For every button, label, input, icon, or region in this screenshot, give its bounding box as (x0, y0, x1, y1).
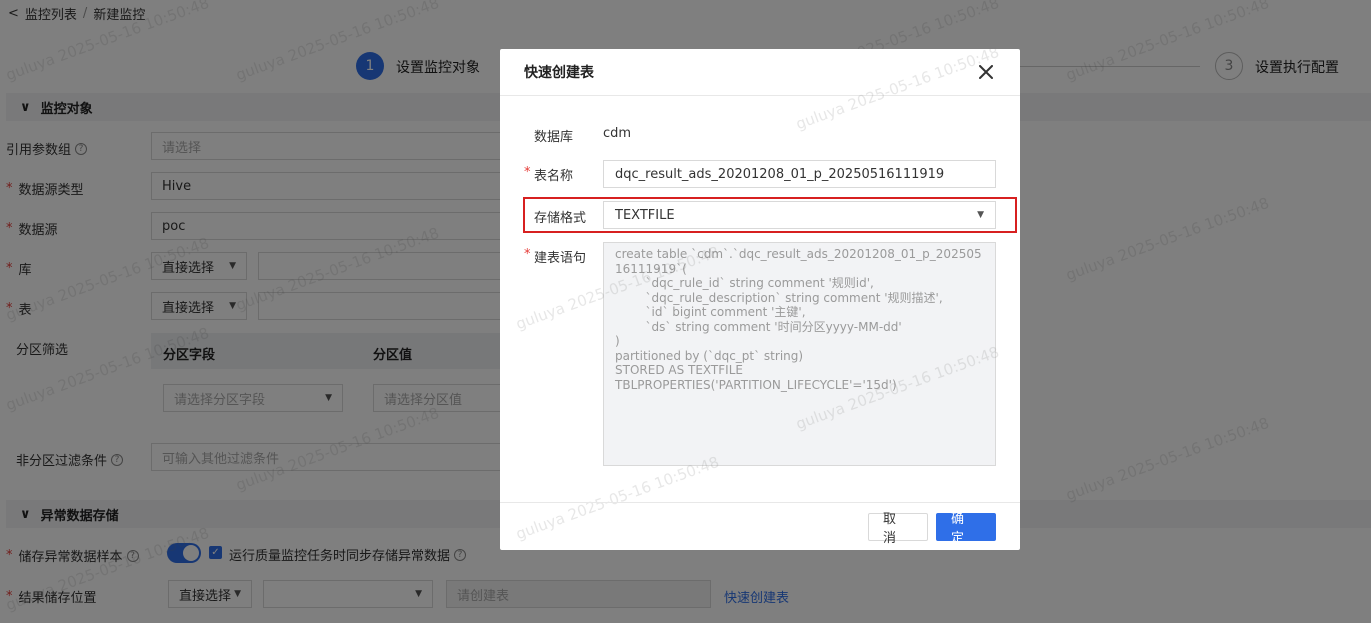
table-name-label: * 表名称 (524, 165, 574, 184)
cancel-button[interactable]: 取 消 (868, 512, 928, 546)
modal-header: 快速创建表 (500, 49, 1020, 96)
format-label: 存储格式 (534, 211, 587, 226)
format-select[interactable]: TEXTFILE ▼ (603, 201, 996, 229)
modal-title: 快速创建表 (524, 65, 594, 81)
ddl-textarea[interactable]: create table `cdm`.`dqc_result_ads_20201… (603, 242, 996, 466)
close-icon[interactable] (976, 62, 996, 82)
quick-create-table-modal: 快速创建表 数据库 cdm * 表名称 dqc_result_ads_202012… (500, 43, 1020, 550)
modal-footer: 取 消 确 定 (500, 502, 1020, 550)
ddl-label: * 建表语句 (524, 247, 587, 266)
db-label: 数据库 (534, 130, 574, 145)
table-name-input[interactable]: dqc_result_ads_20201208_01_p_20250516111… (603, 160, 996, 188)
caret-down-icon: ▼ (977, 210, 984, 220)
db-value: cdm (603, 126, 632, 141)
confirm-button[interactable]: 确 定 (936, 512, 996, 546)
